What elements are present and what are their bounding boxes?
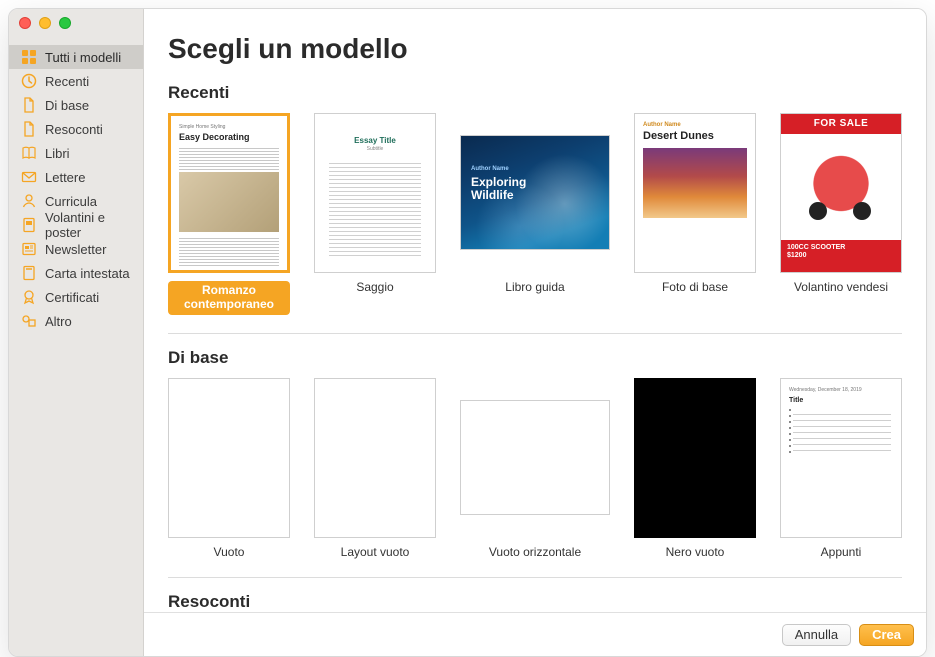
section-title-basic: Di base [168,348,902,368]
create-button[interactable]: Crea [859,624,914,646]
category-sidebar: Tutti i modelli Recenti Di base Resoconti Li… [9,9,144,656]
template-thumbnail: FOR SALE100CC SCOOTER$1200 [780,113,902,273]
book-icon [21,145,37,161]
template-thumbnail: Simple Home StylingEasy Decorating [168,113,290,273]
close-window-button[interactable] [19,17,31,29]
sidebar-item-letters[interactable]: Lettere [9,165,143,189]
sidebar-item-label: Tutti i modelli [45,50,121,65]
template-card[interactable]: Vuoto [168,378,290,560]
template-card[interactable]: Essay TitleSubtitle Saggio [314,113,436,315]
template-card[interactable]: Vuoto orizzontale [460,378,610,560]
sidebar-item-label: Resoconti [45,122,103,137]
template-label: Nero vuoto [634,546,756,560]
clock-icon [21,73,37,89]
sidebar-item-books[interactable]: Libri [9,141,143,165]
template-card[interactable]: Layout vuoto [314,378,436,560]
person-icon [21,193,37,209]
sidebar-item-label: Carta intestata [45,266,130,281]
sidebar-item-label: Libri [45,146,70,161]
template-thumbnail: Author NameDesert Dunes [634,113,756,273]
section-title-reports: Resoconti [168,592,902,612]
minimize-window-button[interactable] [39,17,51,29]
section-divider [168,577,902,578]
template-label: Romanzo contemporaneo [168,281,290,315]
poster-icon [21,217,37,233]
doc-icon [21,97,37,113]
template-thumbnail [460,400,610,515]
template-label: Foto di base [634,281,756,295]
envelope-icon [21,169,37,185]
sidebar-item-reports[interactable]: Resoconti [9,117,143,141]
sidebar-item-label: Certificati [45,290,99,305]
sidebar-item-label: Volantini e poster [45,210,131,240]
content-area: Scegli un modello Recenti Simple Home St… [144,9,926,656]
letterhead-icon [21,265,37,281]
sidebar-item-label: Recenti [45,74,89,89]
sidebar-item-label: Curricula [45,194,97,209]
template-thumbnail: Author NameExploringWildlife [460,135,610,250]
sidebar-item-flyers[interactable]: Volantini e poster [9,213,143,237]
template-card[interactable]: Simple Home StylingEasy Decorating Romanz… [168,113,290,315]
sidebar-item-newsletter[interactable]: Newsletter [9,237,143,261]
template-card[interactable]: Author NameExploringWildlife Libro guida [460,113,610,315]
template-thumbnail [634,378,756,538]
template-thumbnail: Essay TitleSubtitle [314,113,436,273]
template-grid-basic: Vuoto Layout vuoto Vuoto orizzontale Nero v… [168,378,902,560]
template-scroll[interactable]: Scegli un modello Recenti Simple Home St… [144,9,926,612]
template-chooser-window: Tutti i modelli Recenti Di base Resoconti Li… [8,8,927,657]
template-card[interactable]: Author NameDesert Dunes Foto di base [634,113,756,315]
template-label: Libro guida [460,281,610,295]
sidebar-item-letterhead[interactable]: Carta intestata [9,261,143,285]
template-label: Layout vuoto [314,546,436,560]
template-label: Volantino vendesi [780,281,902,295]
template-label: Vuoto orizzontale [460,546,610,560]
section-title-recent: Recenti [168,83,902,103]
dialog-footer: Annulla Crea [144,612,926,656]
news-icon [21,241,37,257]
template-thumbnail [314,378,436,538]
zoom-window-button[interactable] [59,17,71,29]
grid-icon [21,49,37,65]
template-card[interactable]: Nero vuoto [634,378,756,560]
sidebar-item-all[interactable]: Tutti i modelli [9,45,143,69]
sidebar-item-certs[interactable]: Certificati [9,285,143,309]
sidebar-item-basic[interactable]: Di base [9,93,143,117]
cancel-button[interactable]: Annulla [782,624,851,646]
sidebar-item-label: Altro [45,314,72,329]
shapes-icon [21,313,37,329]
template-card[interactable]: Wednesday, December 18, 2019Title Appunti [780,378,902,560]
template-thumbnail: Wednesday, December 18, 2019Title [780,378,902,538]
template-thumbnail [168,378,290,538]
ribbon-icon [21,289,37,305]
template-grid-recent: Simple Home StylingEasy Decorating Romanz… [168,113,902,315]
sidebar-item-recent[interactable]: Recenti [9,69,143,93]
sidebar-item-label: Di base [45,98,89,113]
template-card[interactable]: FOR SALE100CC SCOOTER$1200 Volantino vend… [780,113,902,315]
sidebar-item-label: Lettere [45,170,85,185]
section-divider [168,333,902,334]
page-title: Scegli un modello [168,33,902,65]
window-titlebar [9,9,71,37]
template-label: Saggio [314,281,436,295]
sidebar-item-other[interactable]: Altro [9,309,143,333]
template-label: Vuoto [168,546,290,560]
sidebar-item-label: Newsletter [45,242,106,257]
template-label: Appunti [780,546,902,560]
doc-icon [21,121,37,137]
